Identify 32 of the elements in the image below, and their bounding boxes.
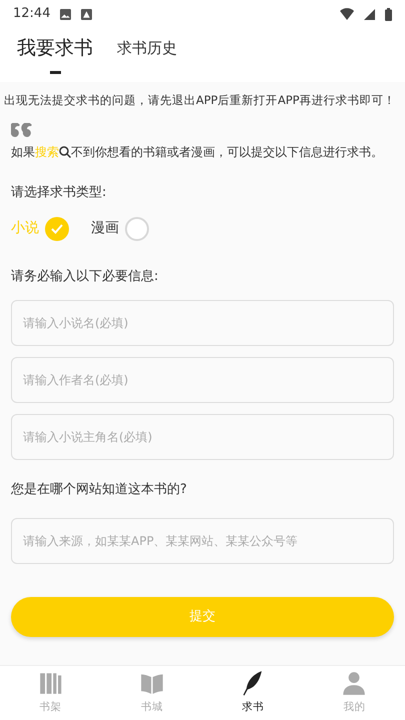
- input-field[interactable]: 请输入小说主角名(必填): [11, 414, 394, 460]
- radio-label: 漫画: [91, 219, 119, 238]
- tab[interactable]: 求书历史: [117, 34, 177, 60]
- notice-text: 出现无法提交求书的问题，请先退出APP后重新打开APP再进行求书即可！: [4, 92, 396, 109]
- input-field[interactable]: 请输入小说名(必填): [11, 300, 394, 346]
- signal-icon: [364, 8, 375, 20]
- notification-icon: [81, 8, 92, 20]
- section-label: 请务必输入以下必要信息:: [11, 268, 160, 286]
- nav-item[interactable]: 书架: [0, 666, 102, 720]
- wifi-icon: [340, 8, 354, 20]
- nav-item[interactable]: 书城: [101, 666, 202, 720]
- tab-indicator: [50, 70, 60, 74]
- battery-icon: [385, 8, 392, 20]
- quote-icon: [11, 123, 33, 138]
- input-field[interactable]: 请输入作者名(必填): [11, 357, 394, 404]
- intro-text: 不到你想看的书籍或者漫画，可以提交以下信息进行求书。: [71, 144, 383, 162]
- type-radio[interactable]: 小说: [11, 216, 69, 241]
- search-link[interactable]: 搜索: [35, 143, 59, 162]
- image-icon: [60, 8, 72, 20]
- radio-label: 小说: [11, 219, 39, 238]
- search-icon: [59, 146, 71, 158]
- nav-item[interactable]: 求书: [202, 666, 304, 720]
- section-label: 请选择求书类型:: [11, 184, 108, 202]
- type-radio[interactable]: 漫画: [91, 216, 149, 241]
- section-label: 您是在哪个网站知道这本书的?: [11, 481, 188, 500]
- nav-item[interactable]: 我的: [304, 666, 405, 720]
- person-icon: [341, 670, 368, 696]
- status-time: 12:44: [13, 5, 50, 24]
- input-field[interactable]: 请输入来源，如某某APP、某某网站、某某公众号等: [11, 518, 394, 564]
- submit-button[interactable]: 提交: [11, 596, 394, 637]
- tab[interactable]: 我要求书: [17, 34, 93, 74]
- intro-text: 如果: [11, 144, 35, 162]
